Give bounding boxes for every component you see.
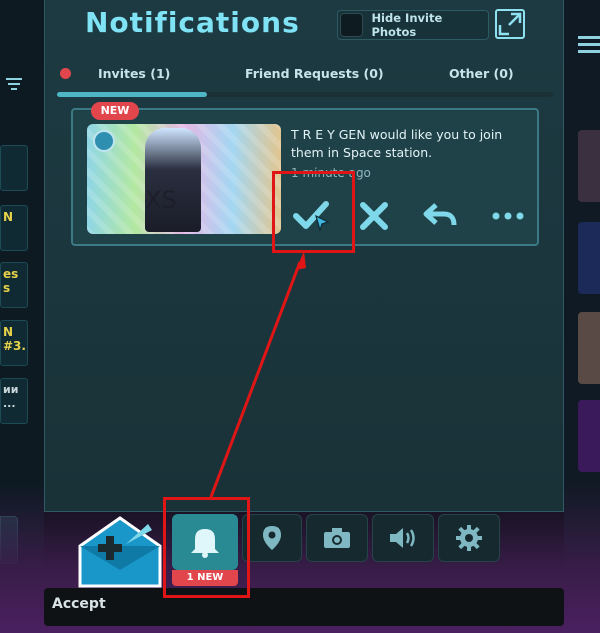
world-icon <box>93 130 115 152</box>
reply-button[interactable] <box>419 196 461 236</box>
menu-icon[interactable] <box>578 32 600 54</box>
camera-button[interactable] <box>306 514 368 562</box>
hide-invite-photos-label: Hide Invite Photos <box>371 11 443 39</box>
settings-icon <box>456 525 482 551</box>
tab-other[interactable]: Other (0) <box>449 66 514 81</box>
location-button[interactable] <box>242 514 302 562</box>
sidebar-entry[interactable]: N #3... <box>0 320 28 366</box>
more-icon <box>492 212 524 220</box>
hide-invite-photos-toggle[interactable]: Hide Invite Photos <box>337 10 489 40</box>
status-text: Accept <box>52 596 106 612</box>
decline-button[interactable] <box>353 196 395 236</box>
expand-icon[interactable] <box>495 9 525 39</box>
sidebar-entry-label: N <box>3 210 14 224</box>
sidebar-entry[interactable]: es s <box>0 262 28 308</box>
page-title: Notifications <box>85 6 300 39</box>
avatar-figure <box>145 128 201 232</box>
friend-avatar[interactable] <box>578 400 600 472</box>
unread-indicator-icon <box>60 68 71 79</box>
bell-button-highlight <box>163 497 250 598</box>
tab-friend-requests[interactable]: Friend Requests (0) <box>245 66 384 81</box>
sidebar-entry[interactable]: N <box>0 205 28 251</box>
location-icon <box>263 526 281 550</box>
toggle-checkbox[interactable] <box>340 13 364 37</box>
settings-button[interactable] <box>438 514 500 562</box>
thumbnail-text: XS <box>145 186 177 214</box>
invite-envelope-icon[interactable] <box>76 510 164 590</box>
accept-button-highlight <box>272 171 355 253</box>
sidebar-entry-label: N #3... <box>3 325 27 353</box>
reply-icon <box>423 203 457 226</box>
active-tab-indicator <box>57 92 207 97</box>
volume-icon <box>390 528 415 548</box>
friend-avatar[interactable] <box>578 222 600 294</box>
sidebar-entry[interactable]: ии ... <box>0 378 28 424</box>
filter-icon[interactable] <box>4 74 24 94</box>
x-icon <box>360 202 388 230</box>
notification-tabs: Invites (1) Friend Requests (0) Other (0… <box>45 60 565 88</box>
friend-avatar[interactable] <box>578 312 600 384</box>
status-bar: Accept <box>44 588 564 626</box>
notification-message: T R E Y GEN would like you to join them … <box>291 127 503 160</box>
sidebar-entry-label: es s <box>3 267 19 295</box>
sidebar-entry[interactable] <box>0 145 28 191</box>
sidebar-entry-label: ии ... <box>3 383 19 410</box>
invite-photo-thumbnail[interactable]: XS <box>87 124 281 234</box>
tab-invites[interactable]: Invites (1) <box>98 66 170 81</box>
more-options-button[interactable] <box>487 196 529 236</box>
new-badge: NEW <box>91 102 139 120</box>
friend-avatar[interactable] <box>578 130 600 202</box>
camera-icon <box>324 528 350 548</box>
notifications-panel: Notifications Hide Invite Photos Invites… <box>44 0 564 512</box>
volume-button[interactable] <box>372 514 434 562</box>
